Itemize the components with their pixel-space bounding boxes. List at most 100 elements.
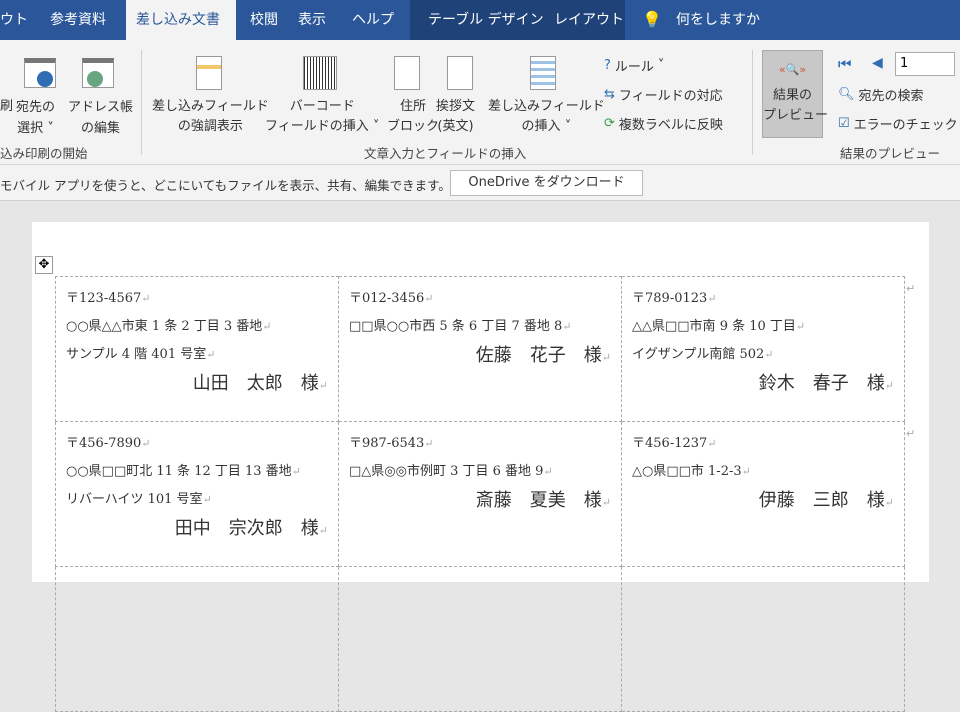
address1: □□県○○市西 5 条 6 丁目 7 番地 8↵ [349,319,572,334]
barcode-icon [303,56,337,90]
paragraph-mark: ↵ [601,496,611,509]
rules-button[interactable]: ? ルール ˅ [604,56,664,75]
paragraph-mark: ↵ [291,465,301,478]
search-icon: 🔍︎ [838,87,855,102]
table-row: 〒456-7890↵ ○○県□□町北 11 条 12 丁目 13 番地↵ リバーハイ… [55,421,905,567]
paragraph-mark: ↵ [707,292,717,305]
preview-label: 結果の [772,88,812,103]
recipient-name: 佐藤 花子 様↵ [475,345,611,366]
group-write-insert-fields: 文章入力とフィールドの挿入 [364,146,527,161]
greeting-line-icon [447,56,473,90]
check-label: エラーのチェック [853,118,958,133]
row-end-mark: ↵ [906,282,916,295]
recipient-name: 田中 宗次郎 様↵ [174,518,328,539]
tab-table-design[interactable]: テーブル デザイン [428,0,544,40]
label-cell[interactable]: 〒123-4567↵ ○○県△△市東 1 条 2 丁目 3 番地↵ サンプル 4 階… [55,276,339,422]
tab-references[interactable]: 参考資料 [50,0,106,40]
find-recipient-button[interactable]: 🔍︎ 宛先の検索 [838,85,924,104]
edit-list-label: アドレス帳 [68,100,134,115]
zip: 〒012-3456↵ [349,291,434,306]
label-cell[interactable]: 〒456-7890↵ ○○県□□町北 11 条 12 丁目 13 番地↵ リバーハイ… [55,421,339,567]
zip: 〒987-6543↵ [349,436,434,451]
paragraph-mark: ↵ [884,379,894,392]
tab-help[interactable]: ヘルプ [352,0,394,40]
label-cell[interactable] [55,566,339,712]
paragraph-mark: ↵ [262,320,272,333]
address1: ○○県△△市東 1 条 2 丁目 3 番地↵ [66,319,272,334]
record-number-input[interactable]: 1 [895,52,955,76]
paragraph-mark: ↵ [141,437,151,450]
address1: △○県□□市 1-2-3↵ [632,464,751,479]
bc-label2: フィールドの挿入 [265,119,369,134]
tell-me-search[interactable]: 何をしますか [676,0,760,40]
paragraph-mark: ↵ [543,465,553,478]
paragraph-mark: ↵ [318,524,328,537]
select-recipients-button[interactable]: 宛先の 選択 ˅ [16,97,55,139]
label-cell[interactable]: 〒012-3456↵ □□県○○市西 5 条 6 丁目 7 番地 8↵ 佐藤 花子 … [338,276,622,422]
paragraph-mark: ↵ [884,496,894,509]
paragraph-mark: ↵ [206,348,216,361]
insert-merge-field-icon [530,56,556,90]
highlight-fields-button[interactable]: 差し込みフィールド の強調表示 [152,97,269,137]
label-cell[interactable]: 〒456-1237↵ △○県□□市 1-2-3↵ 伊藤 三郎 様↵ [621,421,905,567]
label-cell[interactable] [621,566,905,712]
recipient-name: 鈴木 春子 様↵ [758,373,894,394]
tab-layout[interactable]: ウト [0,0,28,40]
divider [141,50,142,155]
onedrive-download-button[interactable]: OneDrive をダウンロード [450,170,643,196]
message-bar: モバイル アプリを使うと、どこにいてもファイルを表示、共有、編集できます。 On… [0,165,960,201]
print-label[interactable]: 刷 [0,97,13,117]
bc-label: バーコード [289,99,355,114]
label-cell[interactable] [338,566,622,712]
select-recipients-label2: 選択 [17,121,44,136]
tab-table-layout[interactable]: レイアウト [554,0,624,40]
mf-label2: の挿入 [521,119,561,134]
paragraph-mark: ↵ [741,465,751,478]
paragraph-mark: ↵ [562,320,572,333]
preview-results-button[interactable]: «🔍» 結果のプレビュー [762,50,828,138]
check-errors-button[interactable]: ☑ エラーのチェック [838,114,958,133]
update-label: 複数ラベルに反映 [618,118,723,133]
barcode-field-button[interactable]: バーコード フィールドの挿入 ˅ [265,97,379,137]
recipient-name: 斎藤 夏美 様↵ [475,490,611,511]
greeting-line-button[interactable]: 挨拶文 (英文) [436,97,475,137]
insert-merge-field-button[interactable]: 差し込みフィールド の挿入 ˅ [488,97,605,137]
update-labels-icon: ⟳ [604,116,615,131]
first-record-icon[interactable]: ⏮ [838,55,852,73]
zip: 〒456-7890↵ [66,436,151,451]
label-cell[interactable]: 〒789-0123↵ △△県□□市南 9 条 10 丁目↵ イグザンプル南館 502… [621,276,905,422]
paragraph-mark: ↵ [424,437,434,450]
highlight-fields-icon [196,56,222,90]
tab-mailings[interactable]: 差し込み文書 [126,0,236,40]
preview-label2: プレビュー [763,108,829,123]
row-end-mark: ↵ [906,427,916,440]
address1: ○○県□□町北 11 条 12 丁目 13 番地↵ [66,464,301,479]
tab-review[interactable]: 校閲 [250,0,278,40]
rules-label: ルール [614,60,654,75]
label-cell[interactable]: 〒987-6543↵ □△県◎◎市例町 3 丁目 6 番地 9↵ 斎藤 夏美 様↵ [338,421,622,567]
address-block-button[interactable]: 住所 ブロック [387,97,439,137]
match-fields-icon: ⇆ [604,87,615,102]
address1: □△県◎◎市例町 3 丁目 6 番地 9↵ [349,464,553,479]
paragraph-mark: ↵ [141,292,151,305]
address1: △△県□□市南 9 条 10 丁目↵ [632,319,806,334]
check-icon: ☑ [838,116,850,131]
tab-view[interactable]: 表示 [298,0,326,40]
previous-record-icon[interactable]: ◀ [872,55,883,71]
paragraph-mark: ↵ [424,292,434,305]
ab-label2: ブロック [387,119,440,134]
rules-icon: ? [604,58,611,73]
ribbon: 刷 宛先の 選択 ˅ アドレス帳 の編集 込み印刷の開始 差し込みフィールド の強調表… [0,40,960,165]
table-move-handle-icon[interactable]: ✥ [35,256,53,274]
update-labels-button[interactable]: ⟳ 複数ラベルに反映 [604,114,723,133]
preview-abc-icon: «🔍» [778,63,807,76]
hl-label: 差し込みフィールド [152,99,269,114]
gl-label2: (英文) [437,119,474,134]
match-fields-button[interactable]: ⇆ フィールドの対応 [604,85,723,104]
find-label: 宛先の検索 [858,89,924,104]
address2: サンプル 4 階 401 号室↵ [66,347,216,362]
group-start-mail-merge: 込み印刷の開始 [0,146,88,161]
match-label: フィールドの対応 [618,89,723,104]
edit-recipient-list-button[interactable]: アドレス帳 の編集 [68,97,133,139]
edit-address-icon [82,58,114,88]
